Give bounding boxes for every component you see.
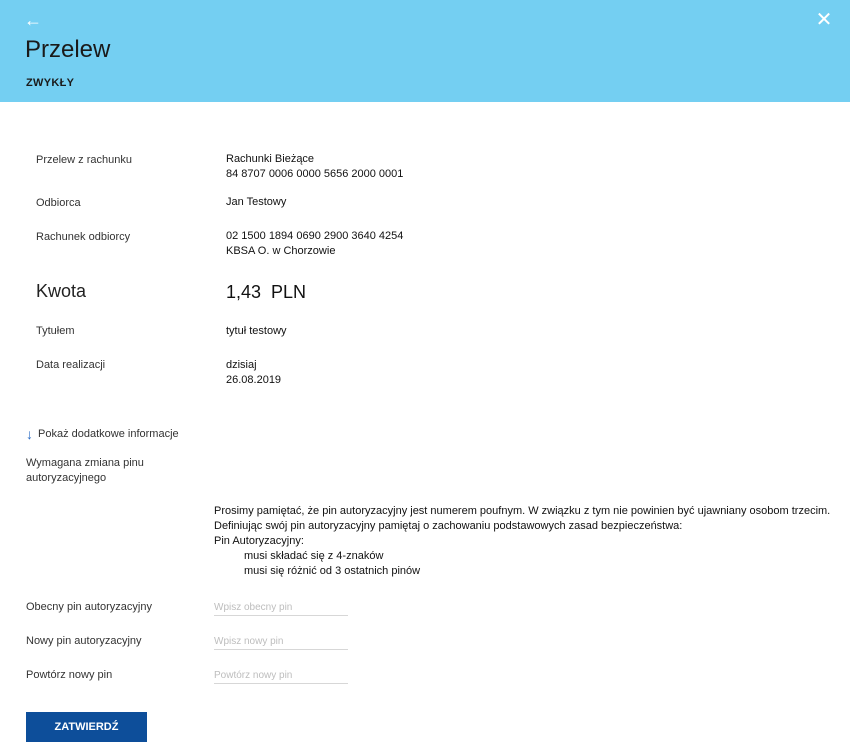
title-label: Tytułem	[36, 325, 75, 337]
repeat-pin-label: Powtórz nowy pin	[26, 669, 113, 681]
pin-change-required-line2: autoryzacyjnego	[26, 472, 107, 484]
show-more-info-link[interactable]: ↓ Pokaż dodatkowe informacje	[26, 426, 179, 442]
title-value: tytuł testowy	[226, 325, 287, 337]
from-account-number: 84 8707 0006 0000 5656 2000 0001	[226, 168, 404, 180]
page-title: Przelew	[25, 36, 111, 63]
recipient-account-number: 02 1500 1894 0690 2900 3640 4254	[226, 230, 404, 242]
pin-security-note: Prosimy pamiętać, że pin autoryzacyjny j…	[214, 504, 830, 579]
pin-rule-2: musi się różnić od 3 ostatnich pinów	[244, 565, 421, 577]
new-pin-label: Nowy pin autoryzacyjny	[26, 635, 142, 647]
date-value-day: dzisiaj	[226, 359, 257, 371]
recipient-account-value: 02 1500 1894 0690 2900 3640 4254 KBSA O.…	[226, 229, 403, 259]
date-label: Data realizacji	[36, 359, 106, 371]
pin-change-required-line1: Wymagana zmiana pinu	[26, 457, 144, 469]
note-line-2: Definiując swój pin autoryzacyjny pamięt…	[214, 520, 683, 532]
arrow-down-icon: ↓	[26, 426, 33, 442]
pin-rule-1: musi składać się z 4-znaków	[244, 550, 384, 562]
recipient-bank: KBSA O. w Chorzowie	[226, 245, 336, 257]
note-line-1: Prosimy pamiętać, że pin autoryzacyjny j…	[214, 505, 831, 517]
note-line-3: Pin Autoryzacyjny:	[214, 535, 304, 547]
page-subtitle: ZWYKŁY	[26, 77, 75, 89]
amount-label: Kwota	[36, 281, 87, 301]
show-more-info-label: Pokaż dodatkowe informacje	[38, 428, 179, 440]
current-pin-input[interactable]	[214, 599, 348, 616]
header-bar: ← ✕ Przelew ZWYKŁY	[0, 0, 850, 102]
pin-change-required: Wymagana zmiana pinu autoryzacyjnego	[26, 456, 144, 486]
close-icon[interactable]: ✕	[814, 10, 834, 30]
confirm-button[interactable]: ZATWIERDŹ	[26, 712, 147, 742]
from-account-value: Rachunki Bieżące 84 8707 0006 0000 5656 …	[226, 152, 403, 182]
recipient-account-label: Rachunek odbiorcy	[36, 231, 131, 243]
current-pin-label: Obecny pin autoryzacyjny	[26, 601, 152, 613]
from-account-label: Przelew z rachunku	[36, 154, 132, 166]
repeat-pin-input[interactable]	[214, 667, 348, 684]
date-value: dzisiaj 26.08.2019	[226, 358, 281, 388]
recipient-value: Jan Testowy	[226, 196, 287, 208]
date-value-date: 26.08.2019	[226, 374, 282, 386]
from-account-name: Rachunki Bieżące	[226, 153, 315, 165]
amount-value: 1,43 PLN	[226, 282, 307, 302]
back-arrow-icon[interactable]: ←	[24, 10, 44, 30]
recipient-label: Odbiorca	[36, 197, 81, 209]
new-pin-input[interactable]	[214, 633, 348, 650]
